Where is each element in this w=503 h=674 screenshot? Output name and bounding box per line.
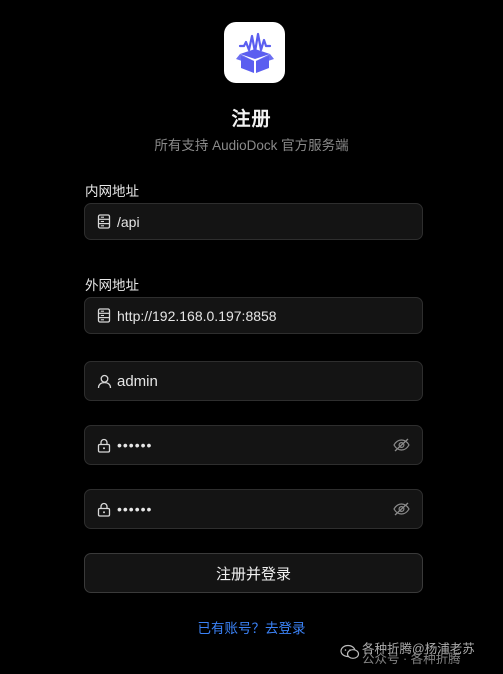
external-address-value: http://192.168.0.197:8858 [117, 307, 277, 324]
confirm-password-value: •••••• [117, 501, 153, 517]
external-address-field[interactable]: http://192.168.0.197:8858 [84, 297, 423, 334]
app-logo [224, 22, 285, 83]
go-to-login-link[interactable]: 已有账号？去登录 [0, 617, 503, 637]
register-and-login-button[interactable]: 注册并登录 [84, 553, 423, 593]
password-field[interactable]: •••••• [84, 425, 423, 465]
register-page: 注册 所有支持 AudioDock 官方服务端 内网地址 /api 外网地址 h… [0, 0, 503, 674]
lock-icon [96, 437, 112, 453]
eye-off-icon[interactable] [392, 436, 410, 454]
external-address-label: 外网地址 [85, 278, 139, 293]
internal-address-value: /api [117, 213, 140, 230]
server-icon [96, 308, 112, 324]
username-field[interactable]: admin [84, 361, 423, 401]
password-value: •••••• [117, 437, 153, 453]
audio-box-logo-icon [235, 32, 274, 73]
username-value: admin [117, 372, 158, 390]
eye-off-icon[interactable] [392, 500, 410, 518]
internal-address-label: 内网地址 [85, 184, 139, 199]
wechat-icon [340, 644, 360, 663]
lock-icon [96, 501, 112, 517]
internal-address-field[interactable]: /api [84, 203, 423, 240]
watermark-line2: 公众号 · 各种折腾 [362, 652, 461, 666]
confirm-password-field[interactable]: •••••• [84, 489, 423, 529]
server-icon [96, 214, 112, 230]
page-subtitle: 所有支持 AudioDock 官方服务端 [154, 138, 349, 153]
page-title: 注册 [231, 109, 272, 130]
watermark: 各种折腾@杨浦老苏 公众号 · 各种折腾 [340, 638, 500, 672]
user-icon [96, 373, 112, 389]
